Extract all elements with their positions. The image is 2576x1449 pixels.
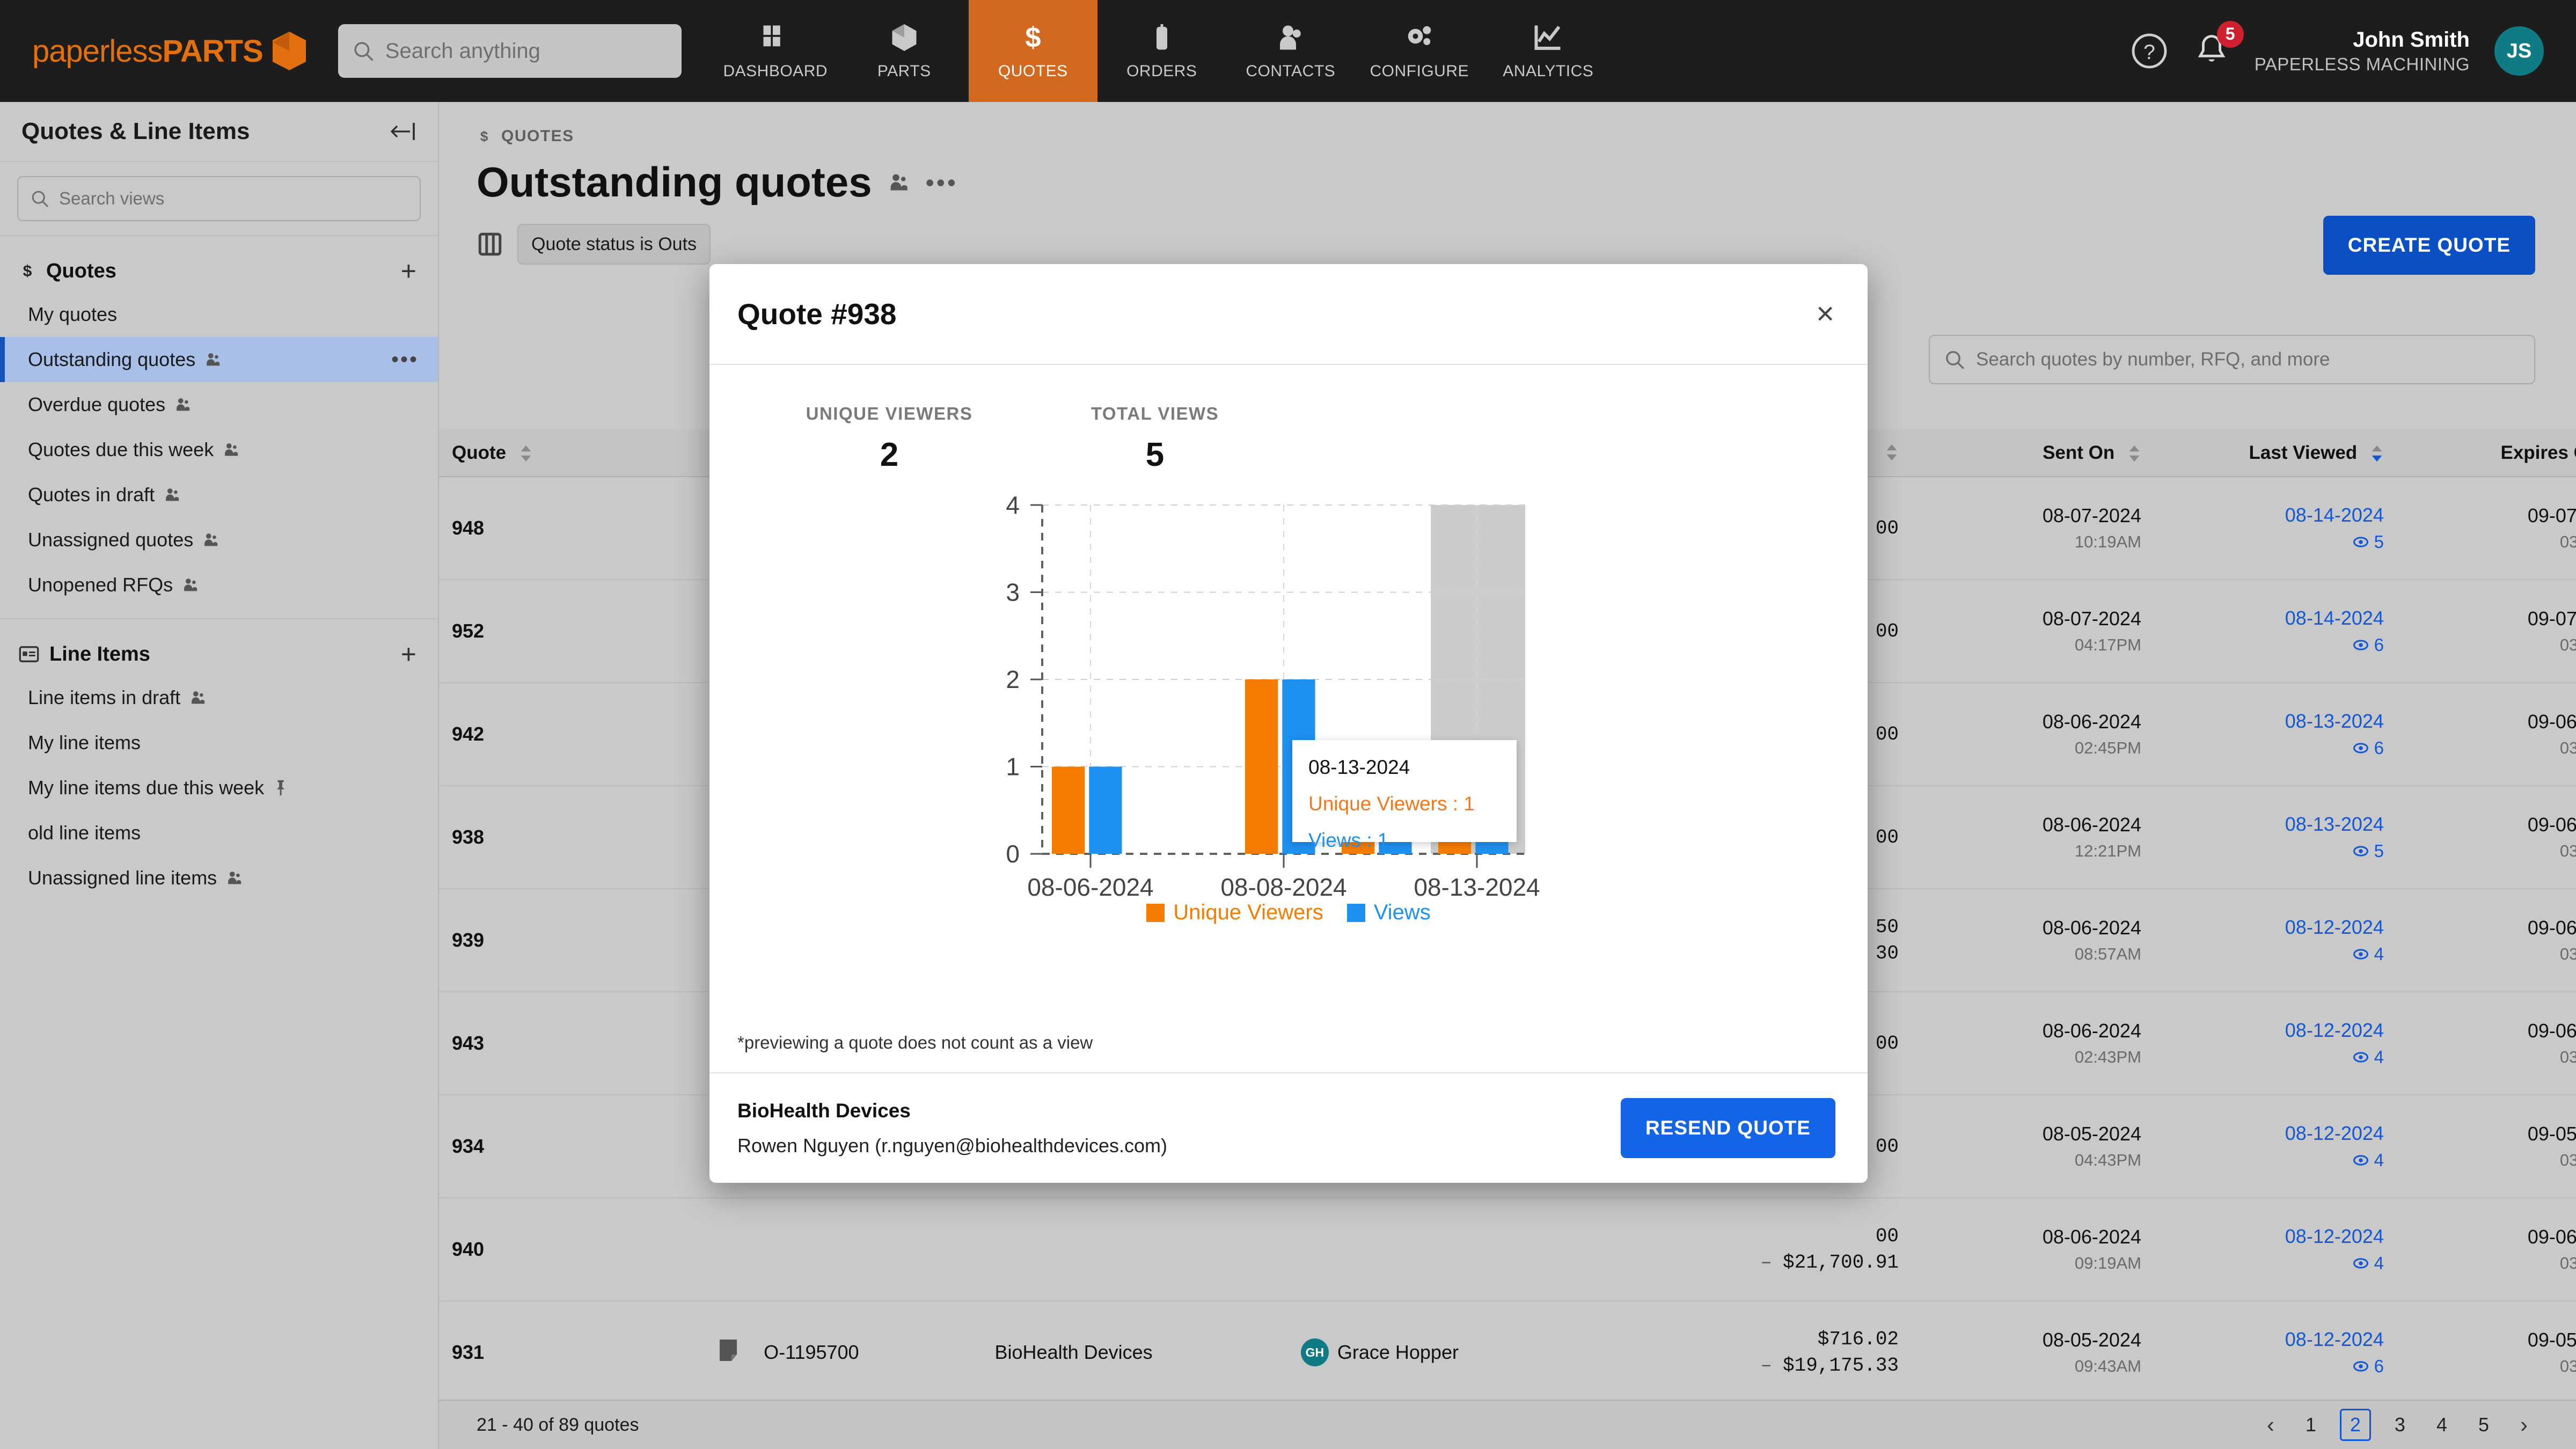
chart-bar-unique-viewers xyxy=(1052,766,1085,854)
stat-total-views: TOTAL VIEWS 5 xyxy=(1069,404,1241,474)
legend-label: Unique Viewers xyxy=(1173,901,1323,924)
modal-title: Quote #938 xyxy=(737,297,897,331)
legend-item-views[interactable]: Views xyxy=(1346,901,1431,925)
chart-xtick-label: 08-06-2024 xyxy=(1027,873,1153,897)
stat-value: 2 xyxy=(880,436,899,473)
legend-label: Views xyxy=(1373,901,1431,924)
stat-label: UNIQUE VIEWERS xyxy=(806,404,973,423)
chart-bar-views xyxy=(1089,766,1122,854)
chart-ytick-label: 0 xyxy=(1006,840,1020,868)
close-icon[interactable]: × xyxy=(1816,298,1834,329)
chart-ytick-label: 2 xyxy=(1006,665,1020,693)
chart-ytick-label: 1 xyxy=(1006,753,1020,781)
footer-company: BioHealth Devices xyxy=(737,1100,911,1122)
chart-tooltip: 08-13-2024 Unique Viewers : 1 Views : 1 xyxy=(1292,740,1517,851)
modal-footer: BioHealth Devices Rowen Nguyen (r.nguyen… xyxy=(709,1072,1868,1183)
quote-activity-modal: Quote #938 × UNIQUE VIEWERS 2 TOTAL VIEW… xyxy=(709,264,1868,1183)
chart-ytick-label: 3 xyxy=(1006,579,1020,606)
chart-xtick-label: 08-08-2024 xyxy=(1220,873,1346,897)
stat-unique-viewers: UNIQUE VIEWERS 2 xyxy=(709,404,1069,474)
chart-xtick-label: 08-13-2024 xyxy=(1414,873,1540,897)
resend-quote-button[interactable]: RESEND QUOTE xyxy=(1620,1098,1835,1158)
modal-body: UNIQUE VIEWERS 2 TOTAL VIEWS 5 0 1 2 3 4 08-0… xyxy=(709,365,1868,1072)
stat-label: TOTAL VIEWS xyxy=(1091,404,1219,423)
stats-row: UNIQUE VIEWERS 2 TOTAL VIEWS 5 xyxy=(709,365,1868,474)
legend-swatch xyxy=(1346,903,1365,922)
footer-customer-block: BioHealth Devices Rowen Nguyen (r.nguyen… xyxy=(737,1096,1167,1160)
footer-contact: Rowen Nguyen (r.nguyen@biohealthdevices.… xyxy=(737,1134,1167,1157)
views-bar-chart: 0 1 2 3 4 08-06-2024 08-08-2024 08-13-2024 08-1… xyxy=(709,489,1868,934)
chart-ytick-label: 4 xyxy=(1006,491,1020,519)
tooltip-unique-viewers: Unique Viewers : 1 xyxy=(1308,793,1475,815)
stat-value: 5 xyxy=(1145,436,1165,473)
modal-header: Quote #938 × xyxy=(709,264,1868,365)
tooltip-views: Views : 1 xyxy=(1308,829,1389,851)
legend-swatch xyxy=(1146,903,1165,922)
legend-item-unique-viewers[interactable]: Unique Viewers xyxy=(1146,901,1323,925)
chart-bar-unique-viewers xyxy=(1245,679,1278,854)
modal-overlay: Quote #938 × UNIQUE VIEWERS 2 TOTAL VIEW… xyxy=(0,0,2576,1449)
tooltip-date: 08-13-2024 xyxy=(1308,756,1410,778)
chart-legend: Unique Viewers Views xyxy=(709,901,1868,925)
chart-canvas: 0 1 2 3 4 08-06-2024 08-08-2024 08-13-2024 xyxy=(1006,491,1540,897)
preview-note: *previewing a quote does not count as a … xyxy=(737,1033,1093,1052)
